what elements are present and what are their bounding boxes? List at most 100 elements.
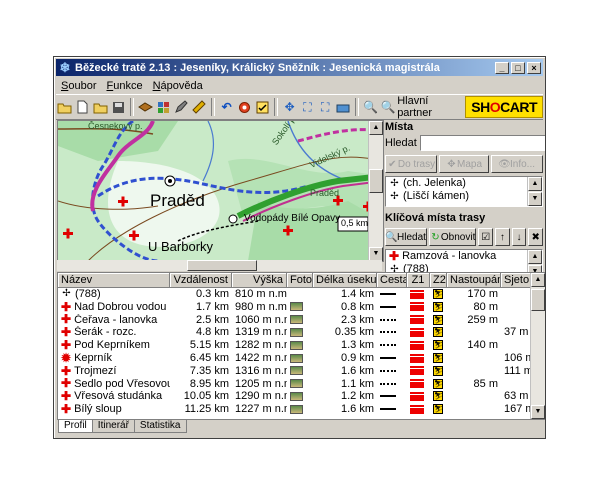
tab-itinerar[interactable]: Itinerář — [91, 420, 135, 433]
cell-altitude: 1316 m n.m. — [235, 364, 287, 377]
scroll-up-icon[interactable]: ▲ — [369, 121, 383, 135]
col-nazev[interactable]: Název — [58, 273, 170, 287]
map-view[interactable]: Česnekový p. Sokolí p. Videlský p. Pradě… — [57, 120, 384, 262]
delete-button[interactable]: ✖ — [528, 228, 543, 246]
col-z2[interactable]: Z2 — [430, 273, 447, 287]
refresh-icon[interactable] — [236, 99, 252, 116]
table-row[interactable]: ✢ (788) 0.3 km 810 m n.m. 1.4 km ⛷ 170 m — [58, 288, 545, 301]
find-route-icon[interactable]: 🔍 — [380, 99, 396, 116]
scroll-thumb[interactable] — [531, 289, 545, 311]
find-icon[interactable]: 🔍 — [363, 99, 379, 116]
open-folder-icon[interactable] — [57, 99, 73, 116]
pencil-icon[interactable] — [173, 99, 189, 116]
photo-icon[interactable] — [290, 404, 303, 414]
scroll-up-icon[interactable]: ▲ — [531, 273, 545, 287]
close-button[interactable]: × — [527, 61, 541, 74]
obnovit-button[interactable]: ↻ Obnovit — [428, 228, 477, 246]
scroll-thumb[interactable] — [187, 260, 257, 271]
photo-icon[interactable] — [290, 353, 303, 363]
scroll-up-icon[interactable]: ▲ — [528, 250, 542, 264]
info-button[interactable]: 👁 Info... — [491, 155, 543, 173]
scroll-up-icon[interactable]: ▲ — [528, 177, 542, 191]
table-row[interactable]: ✚ Nad Dobrou vodou 1.7 km 980 m n.m. 0.8 km ⛷… — [58, 301, 545, 314]
photo-icon[interactable] — [290, 315, 303, 325]
table-row[interactable]: ✚Bílý sloup 11.25 km 1227 m n.m. 1.6 km ⛷ 167… — [58, 403, 545, 416]
cell-foto — [287, 378, 313, 391]
cell-path — [377, 365, 407, 378]
photo-icon[interactable] — [290, 379, 303, 389]
title-bar[interactable]: ❄ Běžecké tratě 2.13 : Jeseníky, Králick… — [56, 59, 543, 76]
tab-statistika[interactable]: Statistika — [133, 420, 187, 433]
cell-foto — [287, 339, 313, 352]
col-delka[interactable]: Délka úseku — [313, 273, 377, 287]
zoom-out-icon[interactable]: ⛶ — [317, 99, 333, 116]
photo-icon[interactable] — [290, 340, 303, 350]
scroll-down-icon[interactable]: ▼ — [528, 192, 542, 206]
menu-funkce[interactable]: Funkce — [101, 80, 147, 92]
list-item[interactable]: ✢ (ch. Jelenka) — [386, 177, 542, 190]
col-sjeto[interactable]: Sjeto — [501, 273, 531, 287]
map-horizontal-scrollbar[interactable] — [57, 260, 382, 271]
table-row[interactable]: ✚Pod Keprníkem 5.15 km 1282 m n.m. 1.3 km ⛷ 1… — [58, 339, 545, 352]
col-vzdalenost[interactable]: Vzdálenost — [170, 273, 232, 287]
cell-name: ✚ Pod Keprníkem — [58, 339, 170, 352]
photo-icon[interactable] — [290, 391, 303, 401]
checklist-button[interactable]: ☑ — [478, 228, 494, 246]
cell-z1 — [407, 352, 430, 365]
list-scrollbar[interactable]: ▲ ▼ — [527, 177, 542, 206]
col-cesta[interactable]: Cesta — [377, 273, 407, 287]
minimize-button[interactable]: _ — [495, 61, 509, 74]
menu-soubor[interactable]: Soubor — [56, 80, 101, 92]
photo-icon[interactable] — [290, 302, 303, 312]
table-row[interactable]: ✚Šerák - rozc. 4.8 km 1319 m n.m. 0.35 km ⛷ 3… — [58, 326, 545, 339]
layers-icon[interactable] — [138, 99, 154, 116]
move-down-button[interactable]: ↓ — [511, 228, 527, 246]
eye-icon: 👁 — [498, 158, 511, 170]
obnovit-label: Obnovit — [440, 231, 476, 243]
tab-profil[interactable]: Profil — [58, 420, 93, 433]
red-marker-icon — [410, 342, 424, 348]
undo-icon[interactable]: ↶ — [219, 99, 235, 116]
table-row[interactable]: ✚Čeřava - lanovka 2.5 km 1060 m n.m. 2.3 km… — [58, 314, 545, 327]
scroll-thumb[interactable] — [369, 169, 383, 193]
save-icon[interactable] — [110, 99, 126, 116]
menu-napoveda[interactable]: Nápověda — [148, 80, 208, 92]
scroll-down-icon[interactable]: ▼ — [369, 247, 383, 261]
new-document-icon[interactable] — [75, 99, 91, 116]
list-item[interactable]: ✚ Ramzová - lanovka — [386, 250, 542, 263]
checklist-icon[interactable] — [254, 99, 270, 116]
cell-z1 — [407, 314, 430, 327]
mapa-button[interactable]: ✥ Mapa — [439, 155, 489, 173]
list-item[interactable]: ✢ (Liščí kámen) — [386, 190, 542, 203]
do-trasy-button[interactable]: ✔ Do trasy — [385, 155, 437, 173]
zoom-in-icon[interactable]: ⛶ — [300, 99, 316, 116]
photo-icon[interactable] — [290, 327, 303, 337]
hledat-button[interactable]: 🔍 Hledat — [385, 228, 427, 246]
col-foto[interactable]: Foto — [287, 273, 313, 287]
skier-icon: ⛷ — [433, 301, 443, 312]
move-icon[interactable]: ✥ — [282, 99, 298, 116]
scroll-down-icon[interactable]: ▼ — [531, 405, 545, 419]
folder-icon[interactable] — [93, 99, 109, 116]
col-z1[interactable]: Z1 — [407, 273, 430, 287]
grid-icon[interactable] — [156, 99, 172, 116]
col-nastoupano[interactable]: Nastoupáno — [447, 273, 501, 287]
map-vertical-scrollbar[interactable]: ▲ ▼ — [368, 121, 383, 261]
mista-list[interactable]: ✢ (ch. Jelenka) ✢ (Liščí kámen) ▲ ▼ — [385, 176, 543, 207]
search-input[interactable] — [419, 135, 545, 151]
move-up-button[interactable]: ↑ — [495, 228, 510, 246]
overview-icon[interactable] — [335, 99, 351, 116]
cell-z2: ⛷ — [430, 288, 447, 301]
table-scrollbar[interactable]: ▲ ▼ — [530, 273, 545, 419]
cell-name: ✚Sedlo pod Vřesovou st... — [58, 378, 170, 391]
table-row[interactable]: ✚Sedlo pod Vřesovou st... 8.95 km 1205 m n… — [58, 378, 545, 391]
mista-title: Místa — [385, 121, 414, 133]
table-row[interactable]: ✹Keprník 6.45 km 1422 m n.m. 0.9 km ⛷ 106 m — [58, 352, 545, 365]
table-row[interactable]: ✚Trojmezí 7.35 km 1316 m n.m. 1.6 km ⛷ 111 m — [58, 365, 545, 378]
table-row[interactable]: ✚Vřesová studánka 10.05 km 1290 m n.m. 1.2 … — [58, 390, 545, 403]
cell-climb: 85 m — [473, 377, 498, 390]
col-vyska[interactable]: Výška — [232, 273, 287, 287]
photo-icon[interactable] — [290, 366, 303, 376]
maximize-button[interactable]: □ — [511, 61, 525, 74]
ruler-icon[interactable] — [191, 99, 207, 116]
